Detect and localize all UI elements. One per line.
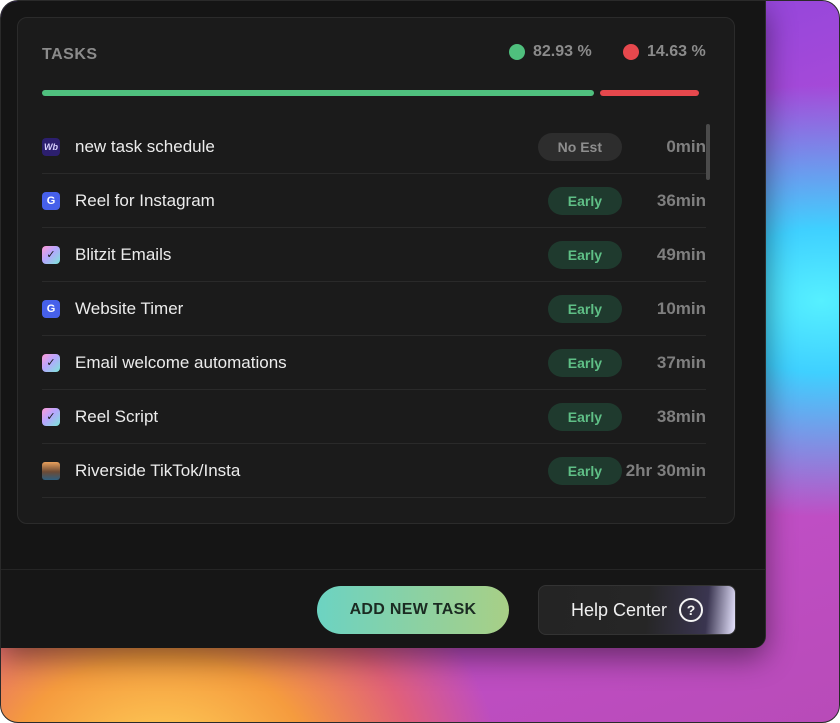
task-name: Website Timer: [75, 298, 184, 318]
task-duration: 36min: [656, 190, 706, 210]
task-row[interactable]: ✓ Blitzit Emails Early 49min: [42, 228, 706, 282]
task-duration: 38min: [656, 406, 706, 426]
progress-bar-red-segment: [600, 90, 699, 96]
task-duration: 37min: [656, 352, 706, 372]
checkbox-icon: ✓: [42, 353, 60, 372]
progress-bar: [42, 90, 699, 96]
task-name: Riverside TikTok/Insta: [75, 460, 241, 480]
task-row[interactable]: ✓ Reel Script Early 38min: [42, 390, 706, 444]
google-icon: G: [42, 299, 60, 318]
task-status-badge: Early: [547, 456, 622, 485]
task-list-scrollbar[interactable]: [706, 124, 710, 180]
task-row[interactable]: ✓ Email welcome automations Early 37min: [42, 336, 706, 390]
checkbox-icon: ✓: [42, 407, 60, 426]
task-row[interactable]: Wb new task schedule No Est 0min: [42, 120, 706, 174]
avatar-icon: [42, 461, 60, 480]
task-status-badge: Early: [547, 402, 622, 431]
task-duration: 10min: [656, 298, 706, 318]
help-center-label: Help Center: [570, 599, 668, 620]
task-status-badge: No Est: [537, 132, 622, 161]
webflow-icon: Wb: [42, 137, 60, 156]
completed-percent-value: 82.93 %: [533, 43, 592, 60]
screen-frame: TASKS 82.93 % 14.63 % Wb new task schedu…: [0, 0, 840, 723]
task-duration: 0min: [666, 136, 706, 156]
red-dot-icon: [623, 44, 639, 60]
footer-bar: ADD NEW TASK Help Center ?: [1, 569, 765, 648]
google-icon: G: [42, 191, 60, 210]
help-center-button[interactable]: Help Center ?: [538, 585, 736, 635]
task-duration: 49min: [656, 244, 706, 264]
task-name: new task schedule: [75, 136, 215, 156]
task-status-badge: Early: [547, 294, 622, 323]
tasks-title: TASKS: [42, 46, 98, 63]
task-name: Reel Script: [75, 406, 159, 426]
progress-bar-green-segment: [42, 90, 594, 96]
task-name: Blitzit Emails: [75, 244, 172, 264]
green-dot-icon: [509, 44, 525, 60]
task-duration: 2hr 30min: [625, 460, 706, 480]
tasks-panel: TASKS 82.93 % 14.63 % Wb new task schedu…: [17, 17, 735, 524]
checkbox-icon: ✓: [42, 245, 60, 264]
task-row[interactable]: G Reel for Instagram Early 36min: [42, 174, 706, 228]
task-status-badge: Early: [547, 186, 622, 215]
task-list: Wb new task schedule No Est 0min G Reel …: [42, 120, 706, 498]
task-status-badge: Early: [547, 348, 622, 377]
task-status-badge: Early: [547, 240, 622, 269]
overdue-percent-value: 14.63 %: [647, 43, 706, 60]
question-mark-icon: ?: [679, 598, 704, 622]
completed-percent-stat: 82.93 %: [509, 43, 592, 61]
overdue-percent-stat: 14.63 %: [623, 43, 706, 61]
task-row[interactable]: G Website Timer Early 10min: [42, 282, 706, 336]
app-window: TASKS 82.93 % 14.63 % Wb new task schedu…: [1, 1, 766, 648]
task-name: Email welcome automations: [75, 352, 287, 372]
task-row[interactable]: Riverside TikTok/Insta Early 2hr 30min: [42, 444, 706, 498]
add-new-task-button[interactable]: ADD NEW TASK: [317, 586, 509, 634]
task-name: Reel for Instagram: [75, 190, 215, 210]
